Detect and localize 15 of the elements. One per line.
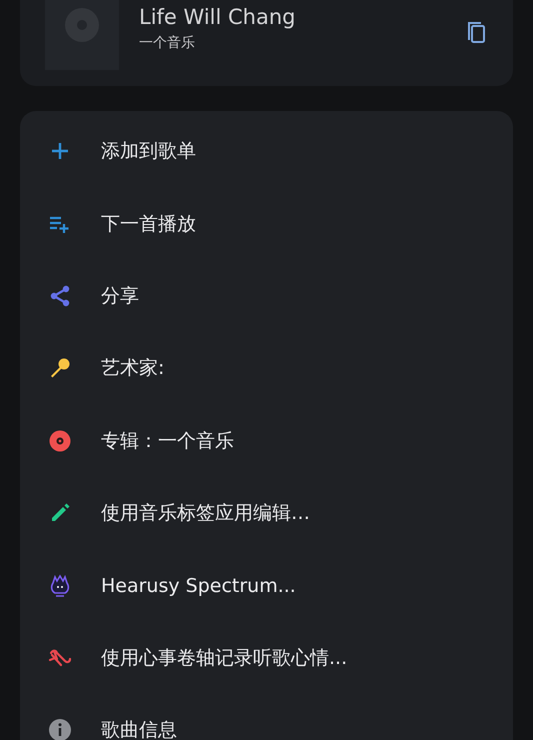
copy-icon[interactable] — [465, 20, 487, 44]
share-icon — [48, 284, 72, 308]
menu-item[interactable]: 艺术家: — [101, 355, 164, 382]
song-title: Life Will Chang — [139, 5, 296, 29]
menu-item[interactable]: 使用音乐标签应用编辑… — [101, 500, 310, 526]
menu-item[interactable]: Hearusy Spectrum... — [101, 574, 296, 597]
song-subtitle: 一个音乐 — [139, 34, 196, 52]
menu-item[interactable]: 使用心事卷轴记录听歌心情... — [101, 644, 348, 671]
disc-icon — [48, 428, 72, 453]
menu-item[interactable]: 专辑：一个音乐 — [101, 428, 234, 454]
menu-item[interactable]: 下一首播放 — [101, 210, 196, 237]
mascot-icon — [48, 574, 72, 598]
menu-item[interactable]: 歌曲信息 — [101, 717, 177, 740]
menu-item[interactable]: 添加到歌单 — [101, 138, 196, 164]
menu-item[interactable]: 分享 — [101, 282, 139, 309]
